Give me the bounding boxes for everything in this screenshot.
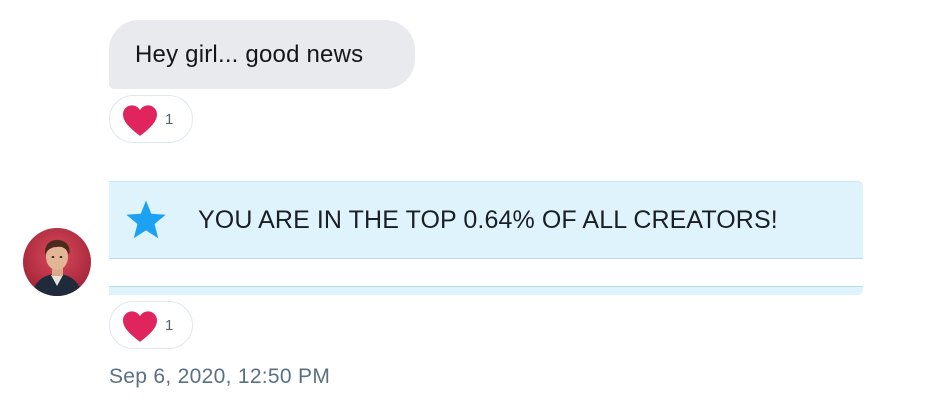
achievement-text: YOU ARE IN THE TOP 0.64% OF ALL CREATORS…: [198, 206, 778, 234]
heart-reaction[interactable]: 1: [109, 301, 193, 349]
reaction-count: 1: [165, 317, 174, 334]
heart-icon: [123, 105, 157, 136]
heart-icon: [123, 311, 157, 342]
reaction-count: 1: [165, 111, 174, 128]
avatar[interactable]: [23, 228, 91, 296]
message-bubble[interactable]: Hey girl... good news: [109, 20, 415, 89]
avatar-image: [23, 228, 91, 296]
achievement-card[interactable]: YOU ARE IN THE TOP 0.64% OF ALL CREATORS…: [109, 181, 863, 259]
message-text: Hey girl... good news: [135, 40, 364, 68]
card-body: [109, 259, 863, 286]
message-timestamp: Sep 6, 2020, 12:50 PM: [109, 365, 331, 388]
star-icon: [126, 200, 166, 239]
heart-reaction[interactable]: 1: [109, 95, 193, 143]
conversation-view: Hey girl... good news 1 YOU ARE IN THE T…: [0, 0, 942, 406]
card-footer: [109, 286, 863, 295]
